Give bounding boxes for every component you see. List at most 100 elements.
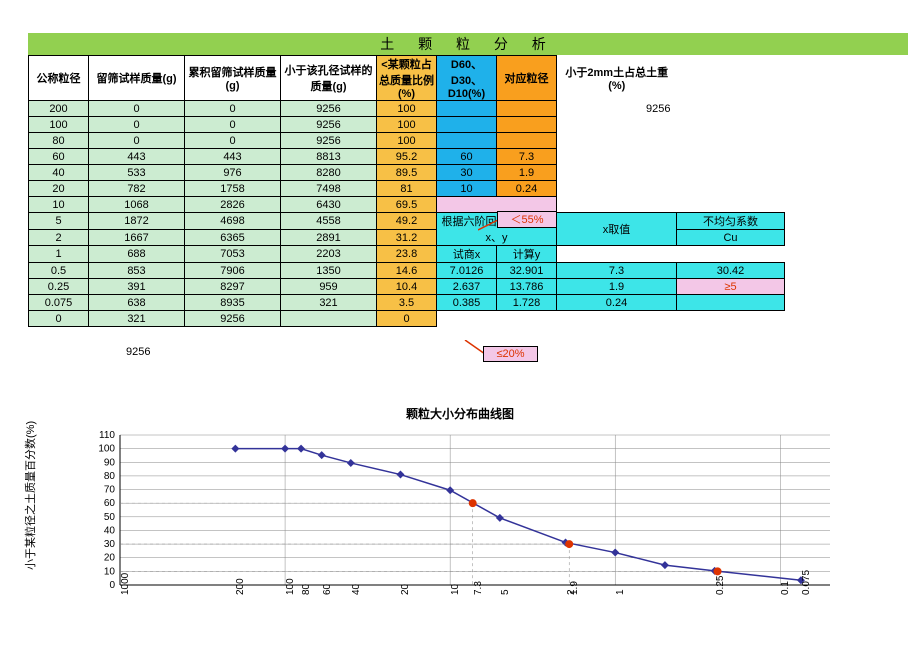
cell: 8935: [185, 295, 281, 311]
svg-text:80: 80: [104, 471, 116, 482]
x-tick-label: 10: [450, 584, 461, 595]
x-tick-label: 1.9: [569, 581, 580, 595]
table-row: 100009256100: [29, 117, 785, 133]
cell: [281, 311, 377, 327]
trialx: 7.0126: [437, 263, 497, 279]
table-row: 207821758749881100.24: [29, 181, 785, 197]
cell: 3.5: [377, 295, 437, 311]
cell: 40: [29, 165, 89, 181]
x-tick-label: 0.25: [715, 576, 726, 595]
calcy: 1.728: [497, 295, 557, 311]
cell: 9256: [185, 311, 281, 327]
cell: 8280: [281, 165, 377, 181]
table-row: 0.07563889353213.50.3851.7280.24: [29, 295, 785, 311]
cell: 1350: [281, 263, 377, 279]
cell: 1872: [89, 213, 185, 230]
cell: 95.2: [377, 149, 437, 165]
svg-text:50: 50: [104, 512, 116, 523]
cell: 2203: [281, 246, 377, 263]
cell: 0: [377, 311, 437, 327]
x-tick-label: 1000: [120, 573, 131, 595]
hdr-passing: 小于该孔径试样的质量(g): [281, 56, 377, 101]
hdr-nominal: 公称粒径: [29, 56, 89, 101]
xvalue-hdr: x取值: [557, 213, 677, 246]
cell: 69.5: [377, 197, 437, 213]
hdr-d: D60、D30、D10(%): [437, 56, 497, 101]
cu-hdr2: Cu: [677, 230, 785, 246]
cell: 7906: [185, 263, 281, 279]
cell: 49.2: [377, 213, 437, 230]
svg-text:0: 0: [109, 580, 115, 591]
cell: 1.9: [497, 165, 557, 181]
calcy: 32.901: [497, 263, 557, 279]
cell: 4698: [185, 213, 281, 230]
cell: 8297: [185, 279, 281, 295]
lt2mm-value: 9256: [557, 101, 677, 117]
x-tick-label: 7.3: [473, 581, 484, 595]
cell: 782: [89, 181, 185, 197]
cell: 959: [281, 279, 377, 295]
cell: 638: [89, 295, 185, 311]
cell: 7.3: [497, 149, 557, 165]
cell: 60: [29, 149, 89, 165]
sum-total: 9256: [126, 346, 150, 358]
cu-val: 30.42: [677, 263, 785, 279]
cell: [497, 117, 557, 133]
table-row: 032192560: [29, 311, 785, 327]
cell: [497, 101, 557, 117]
hdr-retained: 留筛试样质量(g): [89, 56, 185, 101]
svg-text:30: 30: [104, 539, 116, 550]
cell: 976: [185, 165, 281, 181]
calcy: 13.786: [497, 279, 557, 295]
annot-55-box: ＜55%: [497, 211, 557, 228]
cell: 443: [89, 149, 185, 165]
svg-text:100: 100: [98, 444, 115, 455]
cell: 8813: [281, 149, 377, 165]
cell: 89.5: [377, 165, 437, 181]
table-row: 0.25391829795910.42.63713.7861.9≥5: [29, 279, 785, 295]
chart-title: 颗粒大小分布曲线图: [50, 405, 870, 422]
cell: 0: [185, 101, 281, 117]
cell: 14.6: [377, 263, 437, 279]
cell: 0: [29, 311, 89, 327]
table-row: 1010682826643069.5: [29, 197, 785, 213]
cell: 0: [185, 133, 281, 149]
cell: 9256: [281, 117, 377, 133]
x-tick-label: 100: [285, 578, 296, 595]
cell: 688: [89, 246, 185, 263]
cell: 321: [89, 311, 185, 327]
cell: 7053: [185, 246, 281, 263]
chart-svg: 0102030405060708090100110: [80, 425, 840, 625]
cell: 0: [89, 117, 185, 133]
sieve-table: 公称粒径 留筛试样质量(g) 累积留筛试样质量(g) 小于该孔径试样的质量(g)…: [28, 55, 785, 327]
cell: 853: [89, 263, 185, 279]
svg-text:110: 110: [99, 430, 115, 441]
cell: 80: [29, 133, 89, 149]
cell: 1: [29, 246, 89, 263]
cell: 9256: [281, 101, 377, 117]
cell: 9256: [281, 133, 377, 149]
x-tick-label: 1: [615, 589, 626, 595]
table-row: 40533976828089.5301.9: [29, 165, 785, 181]
cell: 0.075: [29, 295, 89, 311]
cell: 4558: [281, 213, 377, 230]
cell: [497, 133, 557, 149]
chart-y-label: 小于某粒径之土质量百分数(%): [22, 421, 38, 570]
trialx: 0.385: [437, 295, 497, 311]
cell: [437, 117, 497, 133]
svg-text:10: 10: [104, 566, 116, 577]
table-row: 0.58537906135014.67.012632.9017.330.42: [29, 263, 785, 279]
trialx-hdr: 试商x: [437, 246, 497, 263]
cell: 1758: [185, 181, 281, 197]
cell: 30: [437, 165, 497, 181]
cell: 81: [377, 181, 437, 197]
cell: 2826: [185, 197, 281, 213]
cell: 6365: [185, 230, 281, 246]
cell: 0.24: [497, 181, 557, 197]
cu-val: [677, 295, 785, 311]
cell: 100: [29, 117, 89, 133]
xval: 7.3: [557, 263, 677, 279]
cell: 7498: [281, 181, 377, 197]
hdr-dia: 对应粒径: [497, 56, 557, 101]
x-tick-label: 0.075: [801, 570, 812, 595]
